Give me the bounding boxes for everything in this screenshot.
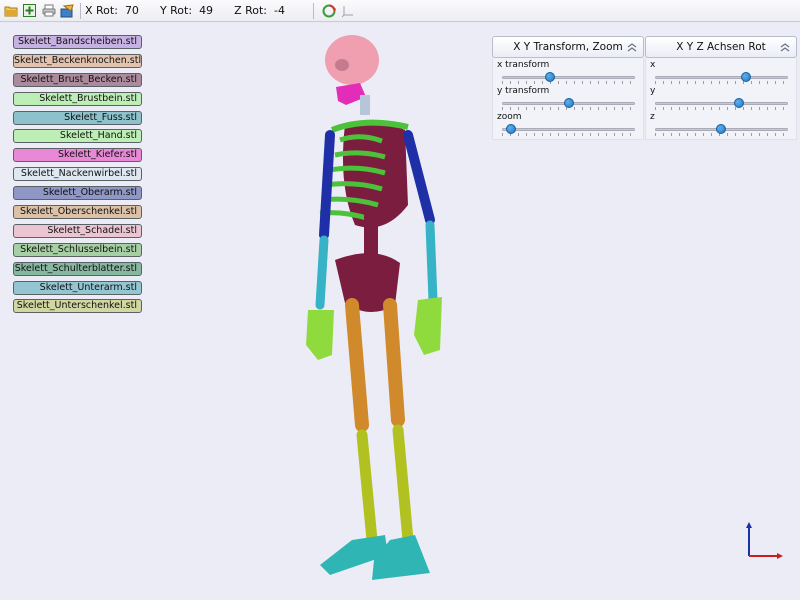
axis-rotation-sliders: x y z (645, 58, 797, 140)
chevron-up-icon[interactable] (778, 40, 792, 54)
axis-icon[interactable] (339, 2, 356, 19)
x-axis-arrow (777, 553, 783, 559)
slider-row: z (650, 112, 792, 138)
upper-arm-right (319, 130, 335, 240)
panel-title: X Y Transform, Zoom (513, 41, 623, 53)
file-list: Skelett_Bandscheiben.stl Skelett_Beckenkn… (13, 35, 142, 318)
skull (325, 35, 379, 85)
slider-label: x (650, 60, 656, 70)
file-list-item[interactable]: Skelett_Hand.stl (13, 129, 142, 144)
slider-row: x transform (497, 60, 639, 86)
hand-left (414, 297, 442, 355)
axis-gizmo-icon (746, 522, 783, 559)
z-rot-label: Z Rot: (234, 4, 267, 17)
file-list-item[interactable]: Skelett_Oberarm.stl (13, 186, 142, 201)
file-list-item[interactable]: Skelett_Oberschenkel.stl (13, 205, 142, 220)
x-rot-group: X Rot: 70 (85, 0, 160, 22)
reset-view-icon[interactable] (320, 2, 337, 19)
y-rot-label: Y Rot: (159, 4, 193, 17)
open-folder-icon[interactable] (2, 2, 19, 19)
transform-zoom-panel: X Y Transform, Zoom x transform y transfo… (492, 36, 644, 140)
file-list-item[interactable]: Skelett_Fuss.stl (13, 110, 142, 125)
z-axis-arrow (746, 522, 752, 528)
toolbar-separator (313, 2, 314, 19)
forearm-right (315, 235, 329, 310)
slider-track[interactable] (655, 102, 788, 105)
slider-track[interactable] (502, 128, 635, 131)
file-list-item[interactable]: Skelett_Schadel.stl (13, 223, 142, 238)
y-rot-field[interactable]: 49 (194, 4, 234, 17)
file-list-item[interactable]: Skelett_Bandscheiben.stl (13, 35, 142, 49)
file-list-item[interactable]: Skelett_Nackenwirbel.stl (13, 167, 142, 182)
chevron-up-icon[interactable] (625, 40, 639, 54)
add-model-icon[interactable] (21, 2, 38, 19)
z-rot-group: Z Rot: -4 (234, 0, 309, 22)
shin-right (356, 429, 378, 546)
print-icon[interactable] (40, 2, 57, 19)
slider-label: y transform (497, 86, 550, 96)
y-rot-group: Y Rot: 49 (160, 0, 234, 22)
slider-label: y (650, 86, 656, 96)
slider-row: zoom (497, 112, 639, 138)
neck-vertebrae (360, 95, 370, 115)
slider-ticks (655, 81, 788, 84)
slider-track[interactable] (655, 76, 788, 79)
hand-right (306, 310, 334, 360)
file-list-item[interactable]: Skelett_Unterschenkel.stl (13, 299, 142, 314)
slider-label: x transform (497, 60, 550, 70)
x-rot-label: X Rot: (85, 4, 118, 17)
file-list-item[interactable]: Skelett_Brust_Becken.stl (13, 72, 142, 87)
skeleton-model[interactable] (290, 35, 450, 580)
slider-ticks (502, 81, 635, 84)
transform-zoom-sliders: x transform y transform zoom (492, 58, 644, 140)
file-list-item[interactable]: Skelett_Schulterblatter.stl (13, 261, 142, 276)
slider-label: z (650, 112, 655, 122)
file-list-item[interactable]: Skelett_Kiefer.stl (13, 148, 142, 163)
forearm-left (425, 220, 438, 305)
slider-label: zoom (497, 112, 522, 122)
slider-row: y (650, 86, 792, 112)
axis-rotation-panel: X Y Z Achsen Rot x y z (645, 36, 797, 140)
slider-ticks (655, 107, 788, 110)
export-icon[interactable] (59, 2, 76, 19)
slider-track[interactable] (502, 76, 635, 79)
toolbar: X Rot: 70 Y Rot: 49 Z Rot: -4 (0, 0, 800, 22)
slider-row: y transform (497, 86, 639, 112)
z-rot-field[interactable]: -4 (269, 4, 309, 17)
shin-left (392, 424, 414, 546)
transform-zoom-panel-header[interactable]: X Y Transform, Zoom (492, 36, 644, 58)
upper-arm-left (403, 130, 435, 225)
file-list-item[interactable]: Skelett_Unterarm.stl (13, 280, 142, 295)
x-rot-field[interactable]: 70 (120, 4, 160, 17)
femur-right (345, 298, 369, 432)
slider-row: x (650, 60, 792, 86)
file-list-item[interactable]: Skelett_Beckenknochen.stl (13, 53, 142, 68)
file-list-item[interactable]: Skelett_Schlusselbein.stl (13, 242, 142, 257)
toolbar-separator (80, 2, 81, 19)
axis-rotation-panel-header[interactable]: X Y Z Achsen Rot (645, 36, 797, 58)
slider-thumb[interactable] (715, 124, 726, 134)
file-list-item[interactable]: Skelett_Brustbein.stl (13, 91, 142, 106)
panel-title: X Y Z Achsen Rot (676, 41, 766, 53)
slider-thumb[interactable] (564, 98, 574, 108)
femur-left (383, 298, 405, 427)
slider-ticks (502, 133, 635, 136)
